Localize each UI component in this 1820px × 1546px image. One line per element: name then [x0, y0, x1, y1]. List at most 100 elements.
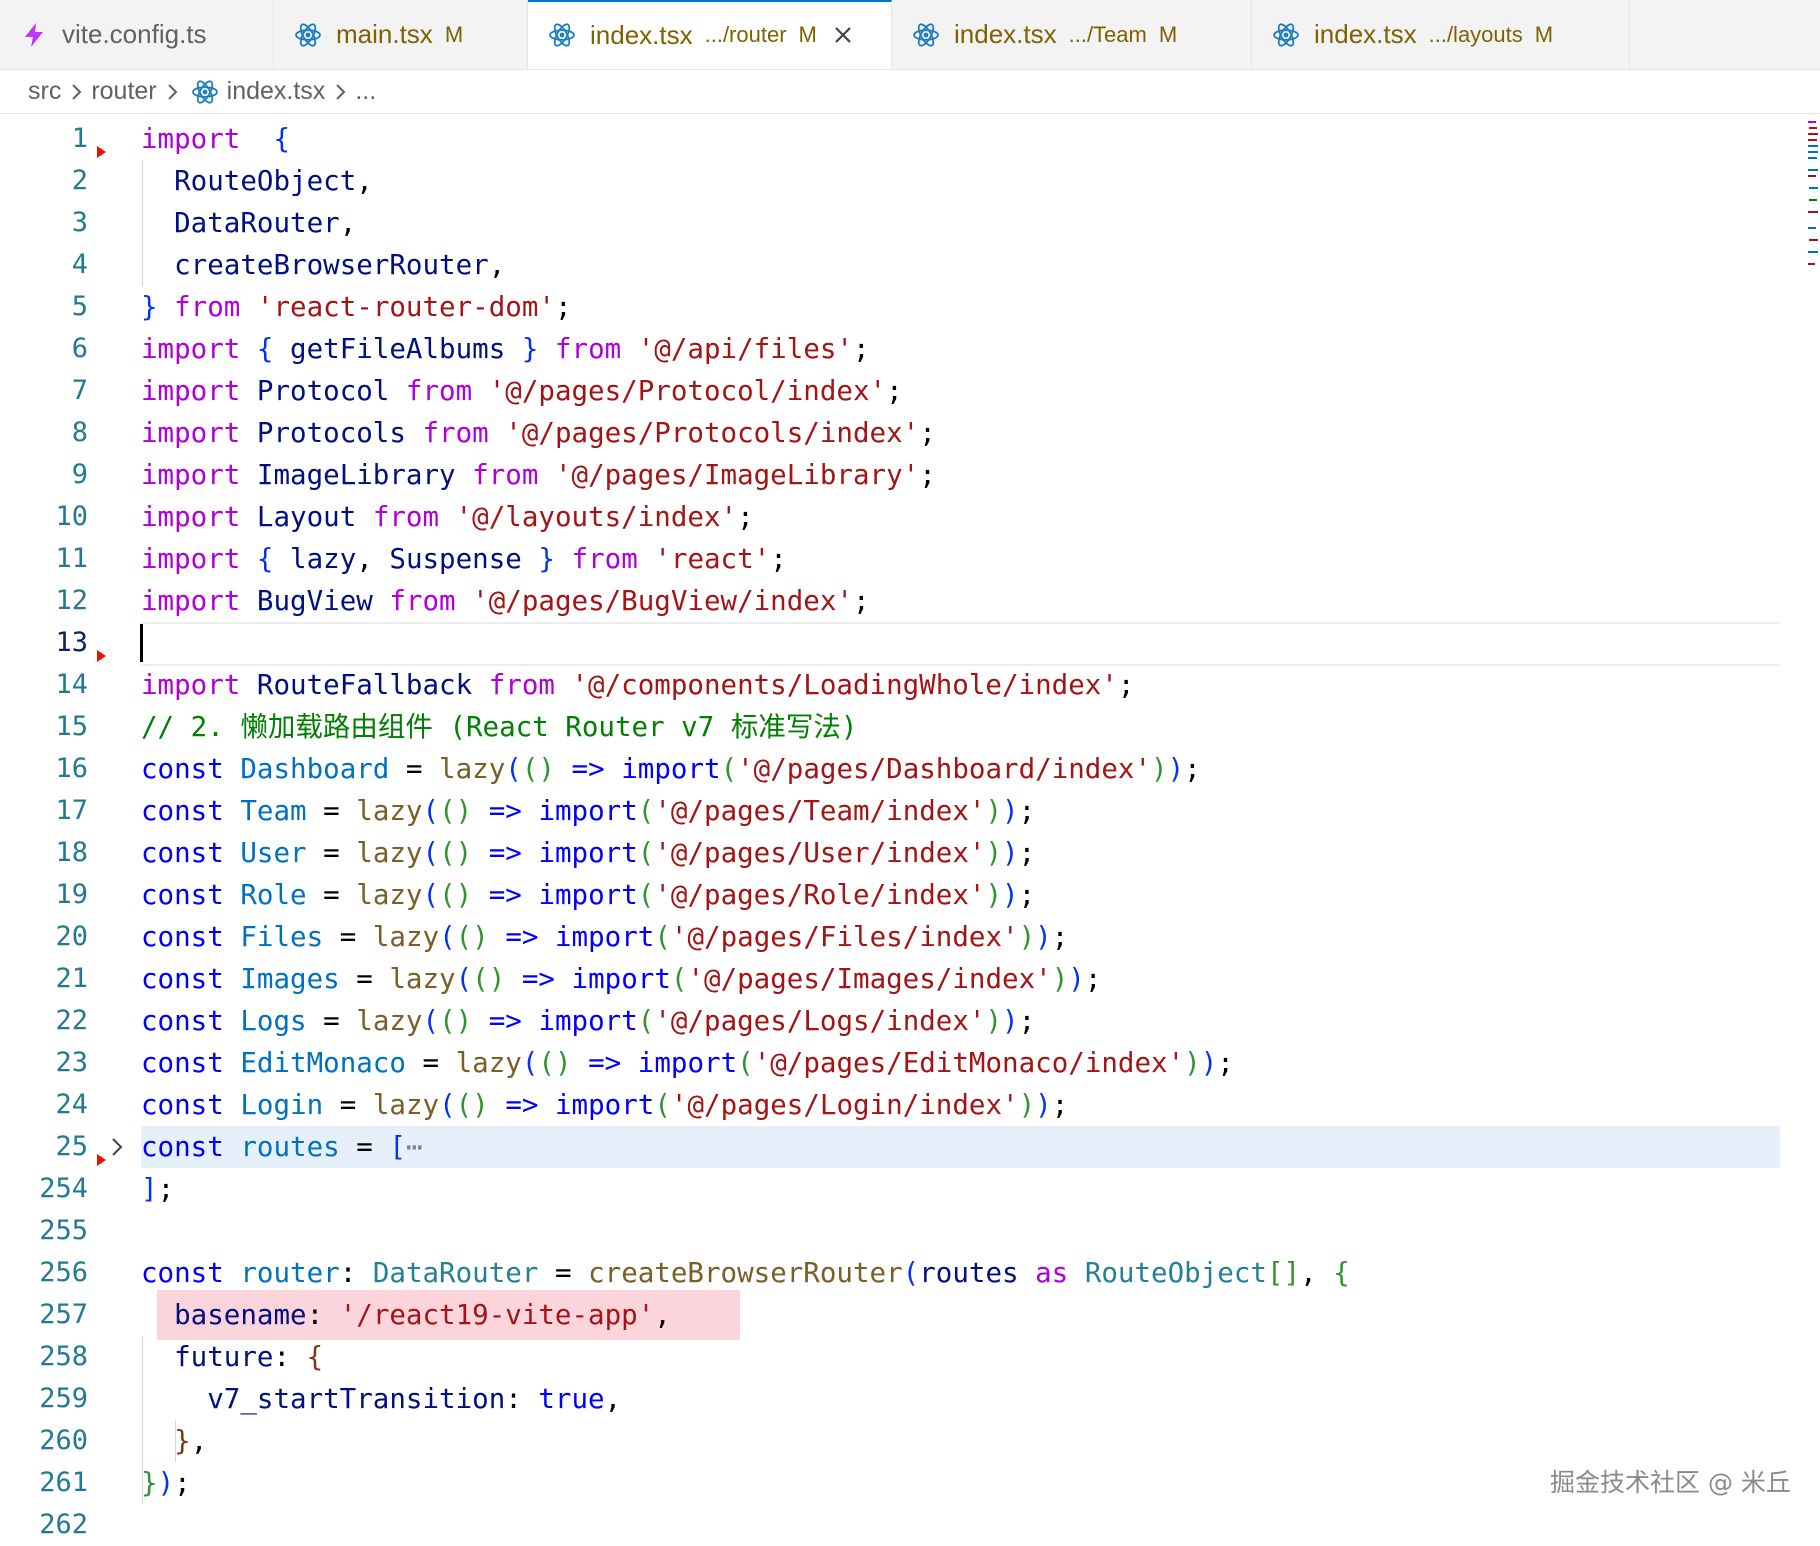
code-token: const [141, 921, 224, 953]
indent-guide [142, 1336, 143, 1504]
code-line[interactable]: 23 const EditMonaco = lazy(() => import('… [0, 1042, 1800, 1084]
tab-layouts-index[interactable]: index.tsx .../layouts M [1252, 0, 1630, 69]
code-line[interactable]: 14 import RouteFallback from '@/component… [0, 664, 1800, 706]
code-line[interactable]: 6 import { getFileAlbums } from '@/api/fi… [0, 328, 1800, 370]
code-token: ; [919, 417, 936, 449]
code-line[interactable]: 15 // 2. 懒加载路由组件 (React Router v7 标准写法) [0, 706, 1800, 748]
code-line[interactable]: 10 import Layout from '@/layouts/index'; [0, 496, 1800, 538]
code-token: = [339, 963, 390, 995]
line-number: 14 [55, 669, 88, 700]
close-icon[interactable] [831, 23, 855, 47]
code-token: import [141, 669, 241, 701]
code-line[interactable]: 7 import Protocol from '@/pages/Protocol/… [0, 370, 1800, 412]
code-token: ) [985, 795, 1003, 827]
code-line[interactable]: 5} from 'react-router-dom'; [0, 286, 1800, 328]
code-line[interactable]: 16 const Dashboard = lazy(() => import('@… [0, 748, 1800, 790]
code-line[interactable]: 17 const Team = lazy(() => import('@/page… [0, 790, 1800, 832]
code-token: const [141, 1131, 224, 1163]
chevron-right-icon[interactable] [108, 1134, 126, 1160]
code-line[interactable]: 13 [0, 622, 1800, 666]
line-number: 17 [55, 795, 88, 826]
code-token: import [141, 417, 241, 449]
code-editor[interactable]: 1 import {2 RouteObject, 3 DataRouter, 4 cr… [0, 118, 1820, 1540]
code-line[interactable]: 20 const Files = lazy(() => import('@/pag… [0, 916, 1800, 958]
code-line[interactable]: 260 }, [0, 1420, 1800, 1462]
tab-main-tsx[interactable]: main.tsx M [274, 0, 528, 69]
code-token: from [554, 333, 622, 365]
code-token: { [256, 333, 274, 365]
line-number: 10 [55, 501, 88, 532]
code-line[interactable]: 258 future: { [0, 1336, 1800, 1378]
code-line[interactable]: 254]; [0, 1168, 1800, 1210]
code-token: 'react' [654, 543, 771, 575]
code-token: = [306, 795, 357, 827]
code-line[interactable]: 9 import ImageLibrary from '@/pages/Image… [0, 454, 1800, 496]
minimap[interactable] [1806, 118, 1818, 298]
code-line[interactable]: 3 DataRouter, [0, 202, 1800, 244]
breadcrumb-item-router[interactable]: router [91, 77, 156, 106]
code-token: const [141, 1089, 224, 1121]
code-token: from [372, 501, 440, 533]
tab-router-index[interactable]: index.tsx .../router M [528, 0, 892, 69]
code-line[interactable]: 18 const User = lazy(() => import('@/page… [0, 832, 1800, 874]
line-number: 19 [55, 879, 88, 910]
react-icon [549, 23, 575, 47]
code-line[interactable]: 25 const routes = [⋯ [0, 1126, 1800, 1168]
code-line[interactable]: 255 [0, 1210, 1800, 1252]
code-token: : [339, 1257, 373, 1289]
code-token: '@/pages/Images/index' [687, 963, 1052, 995]
code-line[interactable]: 8 import Protocols from '@/pages/Protocol… [0, 412, 1800, 454]
code-token: ; [737, 501, 754, 533]
line-number: 259 [39, 1383, 88, 1414]
breadcrumb-item-src[interactable]: src [28, 77, 61, 106]
code-token: DataRouter [372, 1257, 539, 1289]
code-line[interactable]: 12 import BugView from '@/pages/BugView/i… [0, 580, 1800, 622]
code-line[interactable]: 24 const Login = lazy(() => import('@/pag… [0, 1084, 1800, 1126]
code-token: ) [1018, 1089, 1036, 1121]
code-token: , [654, 1299, 671, 1331]
code-token: = [323, 1089, 373, 1121]
code-token: ) [1151, 753, 1168, 785]
code-line[interactable]: 1 import { [0, 118, 1800, 160]
code-line[interactable]: 2 RouteObject, [0, 160, 1800, 202]
code-token: routes [919, 1257, 1019, 1289]
modified-indicator: M [1158, 21, 1178, 47]
code-line[interactable]: 4 createBrowserRouter, [0, 244, 1800, 286]
line-number: 12 [55, 585, 88, 616]
breadcrumb-item-file[interactable]: index.tsx [227, 77, 326, 106]
line-number: 23 [55, 1047, 88, 1078]
code-line[interactable]: 262 [0, 1504, 1800, 1546]
tab-team-index[interactable]: index.tsx .../Team M [892, 0, 1252, 69]
code-line[interactable]: 19 const Role = lazy(() => import('@/page… [0, 874, 1800, 916]
code-line[interactable]: 259 v7_startTransition: true, [0, 1378, 1800, 1420]
tab-vite-config[interactable]: vite.config.ts [0, 0, 274, 69]
code-line[interactable]: 257 basename: '/react19-vite-app', [0, 1290, 1800, 1340]
breadcrumb-item-symbol[interactable]: ... [355, 77, 376, 106]
code-token: ; [554, 291, 572, 323]
code-line[interactable]: 261}); [0, 1462, 1800, 1504]
code-line[interactable]: 11 import { lazy, Suspense } from 'react'… [0, 538, 1800, 580]
code-line[interactable]: 22 const Logs = lazy(() => import('@/page… [0, 1000, 1800, 1042]
fold-ellipsis[interactable]: ⋯ [406, 1131, 423, 1163]
code-token: ; [174, 1467, 191, 1499]
code-token: { [306, 1341, 324, 1373]
code-line[interactable]: 256 const router: DataRouter = createBrow… [0, 1252, 1800, 1294]
code-line[interactable]: 21 const Images = lazy(() => import('@/pa… [0, 958, 1800, 1000]
code-token: => [488, 795, 522, 827]
line-number: 18 [55, 837, 88, 868]
code-token: '@/pages/BugView/index' [472, 585, 853, 617]
chevron-right-icon [72, 83, 82, 100]
code-token: '@/pages/Dashboard/index' [737, 753, 1152, 785]
